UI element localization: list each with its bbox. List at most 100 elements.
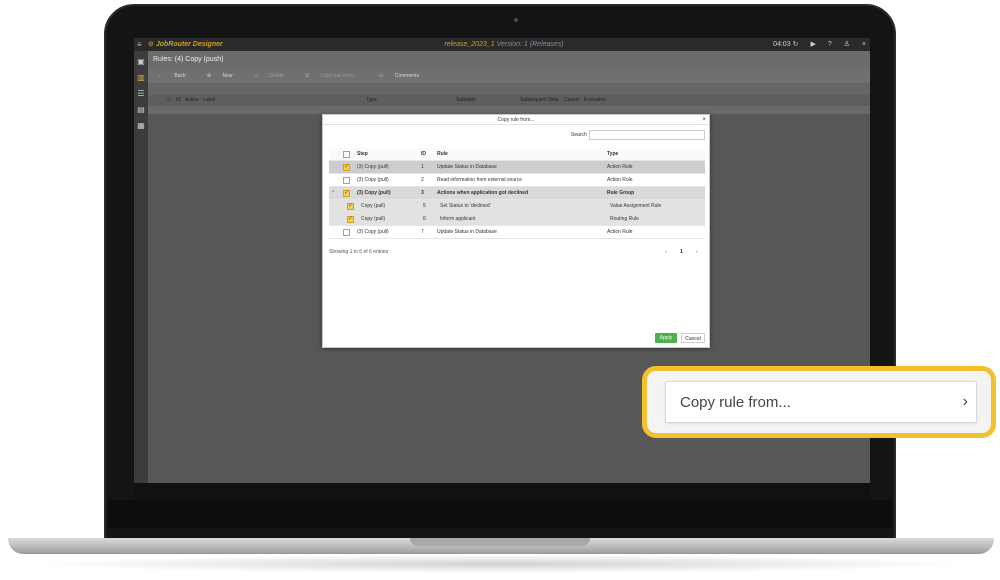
table-header: Step ID Rule Type: [329, 148, 705, 161]
back-button[interactable]: ← Back: [158, 73, 196, 79]
cell-id: 2: [421, 177, 424, 183]
play-icon[interactable]: ▶: [810, 41, 815, 48]
grid-col-active: Active: [185, 97, 199, 103]
callout-label: Copy rule from...: [680, 394, 791, 411]
chart-icon: ▥: [137, 73, 145, 82]
row-checkbox[interactable]: [343, 161, 350, 174]
cell-rule: Read information from external source: [437, 177, 523, 183]
grid-col-cancel: Cancel: [564, 97, 580, 103]
camera: [514, 18, 518, 22]
cell-type: Value Assignment Rule: [610, 203, 662, 209]
comment-icon: ▭: [378, 73, 385, 79]
row-checkbox[interactable]: [343, 187, 350, 200]
menu-icon[interactable]: ≡: [137, 38, 142, 51]
delete-label: Delete: [269, 73, 284, 79]
screen-bezel: [108, 500, 892, 528]
row-checkbox[interactable]: [343, 177, 350, 184]
document-icon: ▦: [137, 121, 145, 130]
cell-id: 7: [421, 229, 424, 235]
cell-id: 5: [423, 203, 426, 209]
table-row[interactable]: (3) Copy (pull) 1 Update Status in Datab…: [329, 161, 705, 174]
sidebar-item-document[interactable]: ▦: [136, 121, 146, 131]
profile-icon: ▣: [137, 57, 145, 66]
help-icon[interactable]: ?: [828, 41, 832, 48]
table-row[interactable]: (3) Copy (pull) 2 Read information from …: [329, 174, 705, 187]
comments-label: Comments: [394, 73, 419, 79]
grid-col-id: ID: [176, 97, 181, 103]
sidebar-item-list[interactable]: ☰: [136, 89, 146, 99]
col-rule: Rule: [437, 151, 448, 157]
pagination-prev-icon[interactable]: ‹: [659, 249, 673, 255]
table-row-child[interactable]: Copy (pull) 6 Inform applicant Routing R…: [329, 213, 705, 226]
cell-rule: Set Status to 'declined': [440, 203, 491, 209]
grid-col-execution: Execution: [584, 97, 606, 103]
close-icon[interactable]: ×: [862, 41, 866, 48]
new-button[interactable]: ⊕ New: [207, 73, 243, 79]
cell-step: (3) Copy (pull): [357, 177, 389, 183]
app-logo: ⊙ JobRouter Designer: [148, 38, 223, 51]
row-checkbox[interactable]: [343, 229, 350, 236]
list-icon: ☰: [137, 89, 145, 98]
cell-type: Routing Rule: [610, 216, 639, 222]
search-input[interactable]: [589, 130, 705, 140]
cancel-button[interactable]: Cancel: [681, 333, 705, 343]
sidebar-item-profile[interactable]: ▣: [136, 57, 146, 67]
col-step: Step: [357, 151, 368, 157]
col-type: Type: [607, 151, 619, 157]
cell-step: (3) Copy (pull): [357, 190, 391, 196]
callout-highlight: Copy rule from... ›: [642, 366, 996, 438]
apply-button[interactable]: Apply: [655, 333, 677, 343]
laptop-notch: [410, 538, 590, 546]
cell-rule: Actions when application got declined: [437, 190, 529, 196]
cell-id: 6: [423, 216, 426, 222]
table-row[interactable]: (3) Copy (pull) 7 Update Status in Datab…: [329, 226, 705, 239]
sidebar-item-monitor[interactable]: ▤: [136, 105, 146, 115]
cell-rule: Update Status in Database: [437, 229, 497, 235]
cell-rule: Inform applicant: [440, 216, 476, 222]
dialog-title: Copy rule from...: [323, 115, 709, 125]
col-id: ID: [421, 151, 426, 157]
select-all-checkbox[interactable]: [343, 151, 350, 158]
collapse-icon[interactable]: ⌃: [331, 187, 335, 200]
chevron-right-icon: ›: [962, 393, 968, 410]
table-row-child[interactable]: Copy (pull) 5 Set Status to 'declined' V…: [329, 200, 705, 213]
release-version: Version: 1 (Releases): [496, 41, 564, 48]
table-info: Showing 1 to 6 of 6 entries: [329, 249, 389, 255]
cell-step: (3) Copy (pull): [357, 164, 389, 170]
sidebar-item-chart[interactable]: ▥: [136, 73, 146, 83]
cell-step: Copy (pull): [361, 216, 386, 222]
cell-type: Action Rule: [607, 177, 633, 183]
user-icon[interactable]: ♙: [844, 41, 850, 48]
logo-icon: ⊙: [148, 41, 156, 48]
release-name: release_2023_1: [444, 41, 495, 48]
copy-label: Copy rule from...: [320, 73, 358, 79]
copy-rule-button[interactable]: ⧉ Copy rule from...: [305, 73, 367, 79]
copy-rule-dialog: Copy rule from... × Search Step ID Rule …: [322, 114, 710, 348]
plus-icon: ⊕: [206, 73, 213, 79]
cell-id: 1: [421, 164, 424, 170]
row-checkbox[interactable]: [347, 213, 354, 226]
comments-button[interactable]: ▭ Comments: [379, 73, 429, 79]
cell-rule: Update Status in Database: [437, 164, 497, 170]
grid-filter-row: [148, 106, 870, 114]
grid-col-subtable: Subtable: [456, 97, 476, 103]
dialog-close-icon[interactable]: ×: [702, 115, 706, 125]
pagination-next-icon[interactable]: ›: [690, 249, 704, 255]
arrow-left-icon: ←: [158, 73, 165, 79]
delete-button[interactable]: ⊘ Delete: [254, 73, 294, 79]
page-title: Rules: (4) Copy (push): [148, 51, 870, 69]
cell-step: Copy (pull): [361, 203, 386, 209]
rules-grid-header: ☐ ID Active Label Type Subtable Subseque…: [148, 95, 870, 106]
table-row-group[interactable]: ⌃ (3) Copy (pull) 3 Actions when applica…: [329, 187, 705, 200]
laptop-shadow: [30, 555, 970, 573]
monitor-icon: ▤: [137, 105, 145, 114]
pagination-page[interactable]: 1: [674, 249, 688, 255]
cell-type: Action Rule: [607, 164, 633, 170]
grid-col-checkbox[interactable]: ☐: [166, 95, 170, 106]
copy-icon: ⧉: [305, 73, 311, 79]
cell-step: (3) Copy (pull): [357, 229, 389, 235]
pagination: ‹ 1 ›: [659, 249, 704, 255]
copy-rule-menu-item[interactable]: Copy rule from... ›: [665, 381, 977, 423]
row-checkbox[interactable]: [347, 200, 354, 213]
search-label: Search: [571, 132, 587, 138]
